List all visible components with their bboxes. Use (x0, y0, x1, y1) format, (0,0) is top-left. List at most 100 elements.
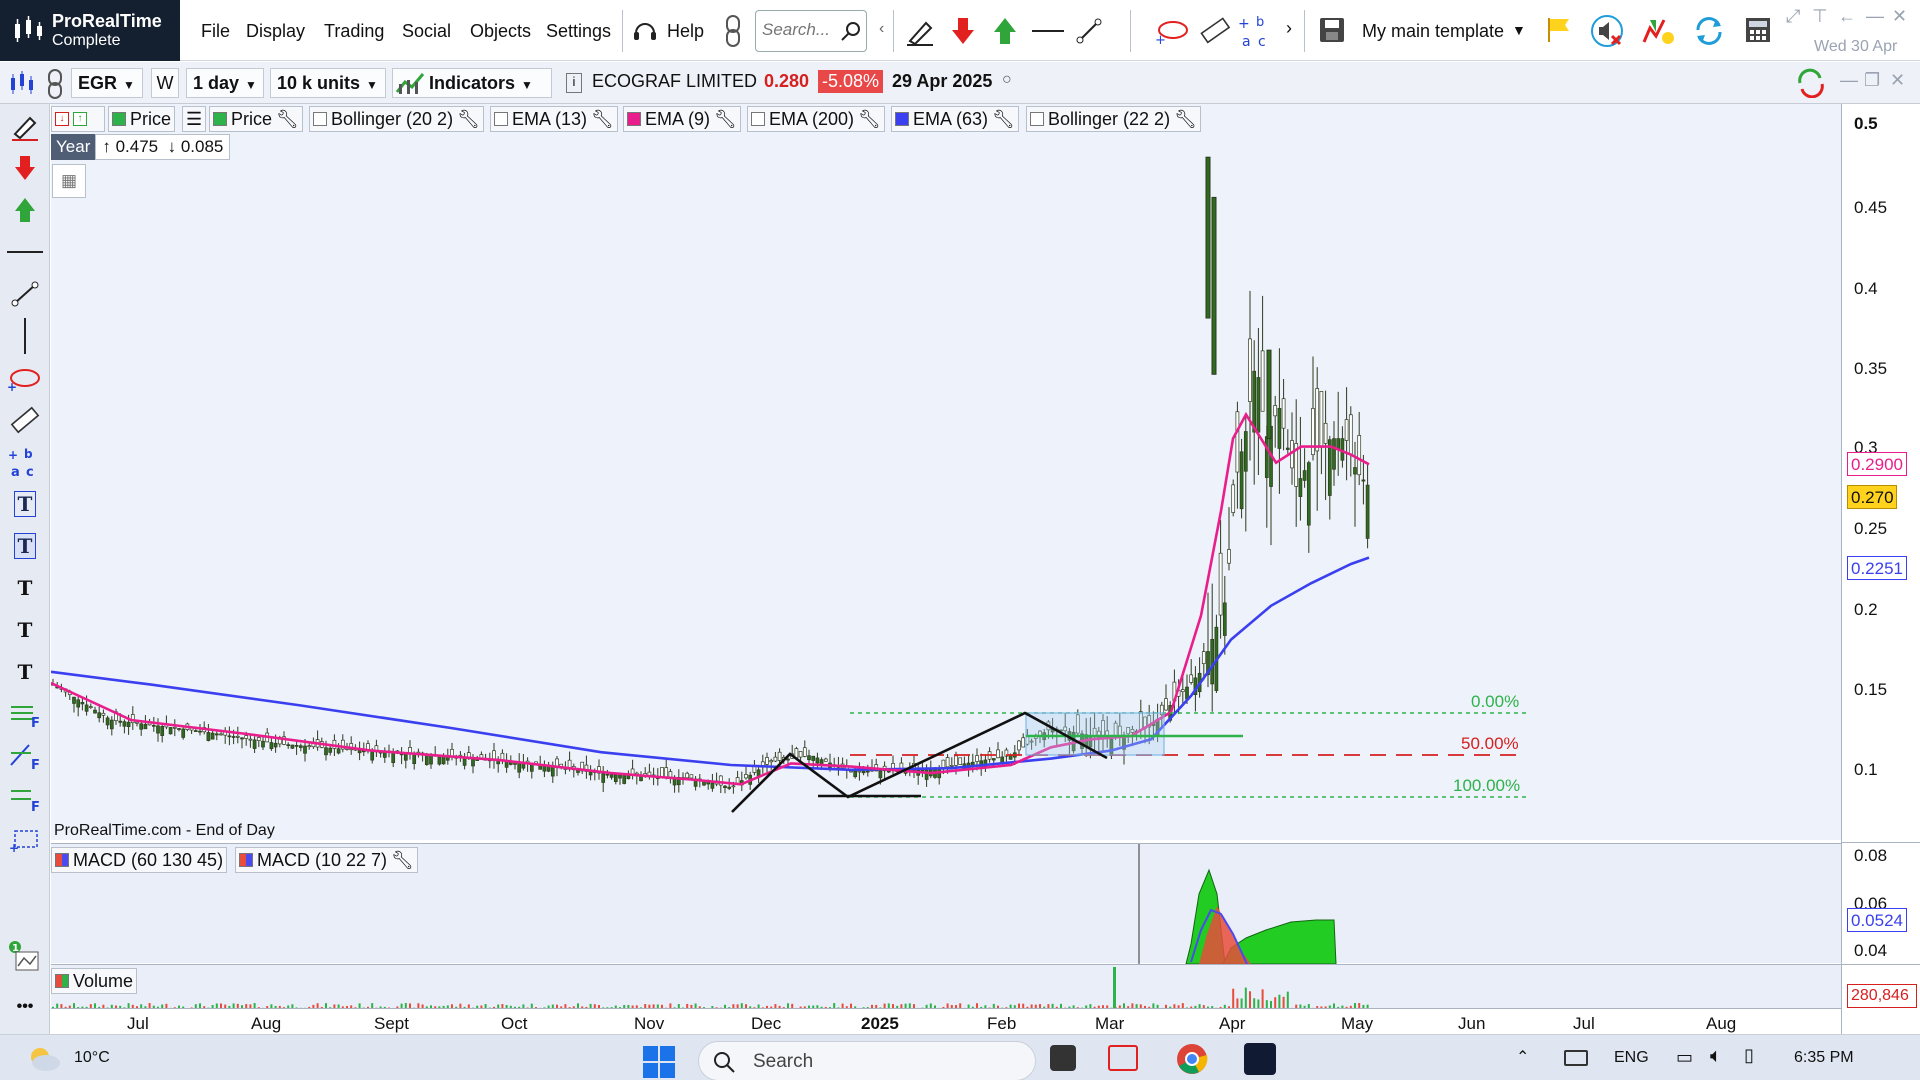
trendline-icon[interactable] (1076, 18, 1102, 44)
fib-fan-icon[interactable]: F (5, 696, 45, 732)
refresh-sync-icon[interactable] (1692, 14, 1726, 48)
link-chain-icon[interactable] (45, 68, 65, 100)
weather-temperature[interactable]: 10°C (74, 1049, 110, 1067)
horizontal-line-icon[interactable] (5, 234, 45, 270)
units-dropdown[interactable]: 10 k units ▼ (270, 68, 386, 98)
sound-muted-icon[interactable] (1590, 14, 1624, 48)
wrench-icon[interactable]: 🔧︎ (276, 109, 299, 130)
back-arrow-icon[interactable]: ← (1838, 6, 1856, 27)
snipping-tool-icon[interactable] (1108, 1045, 1138, 1071)
wrench-icon[interactable]: 🔧︎ (714, 109, 737, 130)
rectangle-tool-icon[interactable]: + (5, 822, 45, 858)
legend-ema-200[interactable]: EMA (200) 🔧︎ (747, 106, 885, 132)
sell-arrow-icon[interactable] (5, 150, 45, 186)
volume-panel[interactable]: Volume (51, 964, 1841, 1009)
macd-panel[interactable]: MACD (60 130 45) MACD (10 22 7) 🔧︎ (51, 843, 1841, 965)
vertical-line-icon[interactable] (5, 318, 45, 354)
menu-file[interactable]: File (201, 21, 230, 42)
ellipse-tool-icon[interactable]: + (1153, 16, 1189, 46)
menu-social[interactable]: Social (402, 21, 451, 42)
battery-icon[interactable]: ▯ (1744, 1045, 1754, 1066)
menu-trading[interactable]: Trading (324, 21, 384, 42)
legend-volume[interactable]: Volume (51, 968, 138, 994)
sell-arrow-icon[interactable] (950, 16, 976, 46)
detach-window-icon[interactable]: ⤢ (1786, 6, 1800, 27)
trendline-icon[interactable] (5, 276, 45, 312)
text-tool-boxed-icon[interactable]: T (5, 486, 45, 522)
window-minimize-icon[interactable]: — (1866, 6, 1884, 27)
tray-chevron-up-icon[interactable]: ⌃ (1516, 1047, 1529, 1067)
sell-order-icon[interactable]: ↓ (55, 112, 69, 126)
wrench-icon[interactable]: 🔧︎ (1174, 109, 1197, 130)
text-tool-plain-icon[interactable]: T (5, 654, 45, 690)
menu-objects[interactable]: Objects (470, 21, 531, 42)
panel-close-icon[interactable]: ✕ (1890, 70, 1905, 91)
save-template-icon[interactable] (1318, 16, 1346, 44)
legend-ema-13[interactable]: EMA (13) 🔧︎ (490, 106, 618, 132)
alerts-icon[interactable] (1640, 14, 1676, 48)
link-chain-icon[interactable] (723, 14, 743, 48)
horizontal-line-icon[interactable] (1030, 27, 1066, 35)
toolbar-scroll-right-icon[interactable]: › (1286, 18, 1292, 39)
search-box[interactable] (755, 10, 867, 52)
wrench-icon[interactable]: 🔧︎ (457, 109, 480, 130)
clock-time[interactable]: 6:35 PM (1794, 1049, 1854, 1067)
brand-block[interactable]: ProRealTime Complete (0, 0, 180, 61)
legend-macd-10[interactable]: MACD (10 22 7) 🔧︎ (235, 847, 418, 873)
buy-order-icon[interactable]: ↑ (73, 112, 87, 126)
buy-arrow-icon[interactable] (5, 192, 45, 228)
template-dropdown[interactable]: My main template (1362, 21, 1504, 42)
menu-help[interactable]: Help (667, 21, 704, 42)
pin-icon[interactable]: ⊤ (1812, 6, 1828, 27)
keyboard-icon[interactable] (1564, 1050, 1588, 1066)
object-manager-icon[interactable]: ▦ (52, 164, 86, 198)
headset-icon[interactable] (632, 18, 658, 44)
fibonacci-tool-icon[interactable]: + b ac (1238, 12, 1276, 50)
legend-macd-60[interactable]: MACD (60 130 45) (51, 847, 228, 873)
fib-trend-icon[interactable]: F (5, 738, 45, 774)
calculator-icon[interactable] (1744, 16, 1772, 44)
window-close-icon[interactable]: ✕ (1892, 6, 1907, 27)
search-icon[interactable] (840, 20, 862, 42)
wrench-icon[interactable]: 🔧︎ (858, 109, 881, 130)
legend-price-2[interactable]: Price 🔧︎ (209, 106, 303, 132)
menu-settings[interactable]: Settings (546, 21, 611, 42)
price-chart-panel[interactable]: ↓ ↑ Price ☰ Price 🔧︎ Bollinger (20 2) 🔧︎ E… (50, 104, 1841, 840)
wrench-icon[interactable]: 🔧︎ (992, 109, 1015, 130)
weekly-toggle[interactable]: W (151, 68, 179, 98)
legend-bollinger-20[interactable]: Bollinger (20 2) 🔧︎ (309, 106, 484, 132)
pencil-draw-icon[interactable] (905, 16, 935, 46)
list-icon[interactable]: ☰ (182, 106, 206, 132)
info-icon[interactable]: i (566, 73, 582, 93)
pencil-draw-icon[interactable] (5, 108, 45, 144)
search-input[interactable] (762, 20, 842, 40)
ruler-icon[interactable] (1198, 14, 1232, 48)
fib-retracement-icon[interactable]: F (5, 780, 45, 816)
auto-refresh-icon[interactable] (1795, 68, 1827, 98)
legend-ema-9[interactable]: EMA (9) 🔧︎ (623, 106, 741, 132)
language-indicator[interactable]: ENG (1614, 1049, 1649, 1067)
task-view-icon[interactable] (1050, 1045, 1076, 1071)
panel-minimize-icon[interactable]: — (1840, 70, 1858, 91)
panel-restore-icon[interactable]: ❐ (1864, 70, 1880, 91)
wrench-icon[interactable]: 🔧︎ (591, 109, 614, 130)
price-axis[interactable]: 0.5 0.45 0.4 0.35 0.3 0.25 0.2 0.15 0.1 … (1841, 104, 1920, 1034)
windows-start-icon[interactable] (641, 1044, 677, 1080)
buy-arrow-icon[interactable] (992, 16, 1018, 46)
chrome-browser-icon[interactable] (1176, 1043, 1208, 1075)
volume-speaker-icon[interactable]: 🔈︎ (1710, 1045, 1722, 1068)
text-tool-icon[interactable]: T (5, 570, 45, 606)
text-tool-small-icon[interactable]: T (5, 612, 45, 648)
prorealtime-taskbar-icon[interactable] (1244, 1043, 1276, 1075)
flag-icon[interactable] (1545, 16, 1573, 44)
toolbar-scroll-left-icon[interactable]: ‹ (879, 20, 884, 38)
wrench-icon[interactable]: 🔧︎ (391, 850, 414, 871)
legend-ema-63[interactable]: EMA (63) 🔧︎ (891, 106, 1019, 132)
weather-cloud-icon[interactable] (26, 1043, 62, 1073)
legend-bollinger-22[interactable]: Bollinger (22 2) 🔧︎ (1026, 106, 1201, 132)
layout-manager-icon[interactable]: 1 (5, 939, 45, 975)
menu-display[interactable]: Display (246, 21, 305, 42)
period-dropdown[interactable]: 1 day ▼ (186, 68, 264, 98)
ruler-icon[interactable] (5, 402, 45, 438)
text-tool-highlight-icon[interactable]: T (5, 528, 45, 564)
